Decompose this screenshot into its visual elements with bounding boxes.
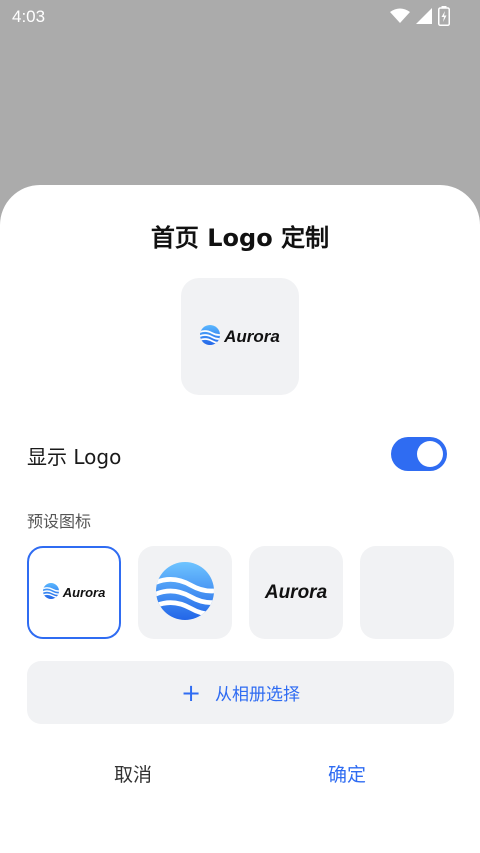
aurora-logo-icon [200, 324, 221, 349]
preset-1-text: Aurora [62, 585, 106, 600]
preview-brand-text: Aurora [224, 326, 280, 346]
preset-3-text: Aurora [264, 581, 328, 603]
preset-aurora-mark[interactable] [138, 546, 232, 639]
dialog-title: 首页 Logo 定制 [150, 224, 330, 252]
aurora-logo-icon [42, 582, 59, 603]
battery-charging-icon [438, 6, 450, 26]
show-logo-toggle[interactable] [391, 437, 447, 471]
status-time: 4:03 [12, 7, 46, 26]
show-logo-label: 显示 Logo [27, 445, 122, 469]
logo-customize-dialog: 首页 Logo 定制 Aurora 显示 Logo 预设图标 Aurora Au… [0, 185, 480, 853]
preview-brand: Aurora [200, 324, 280, 349]
status-icons [390, 6, 450, 26]
plus-icon: + [180, 678, 202, 707]
preset-empty[interactable] [360, 546, 454, 639]
logo-preview: Aurora [181, 278, 299, 395]
choose-from-album-button[interactable]: + 从相册选择 [27, 661, 454, 724]
show-logo-row: 显示 Logo [27, 435, 447, 475]
signal-icon [416, 8, 432, 24]
status-bar: 4:03 [0, 0, 480, 34]
preset-icons: Aurora Aurora [27, 546, 454, 639]
preset-aurora-wordmark[interactable]: Aurora [249, 546, 343, 639]
preset-1-brand: Aurora [42, 582, 106, 603]
preset-aurora-wordmark-logo[interactable]: Aurora [27, 546, 121, 639]
confirm-button[interactable]: 确定 [287, 760, 407, 796]
cancel-button[interactable]: 取消 [73, 760, 193, 796]
album-button-label: 从相册选择 [215, 685, 301, 705]
toggle-knob [417, 441, 443, 467]
presets-label: 预设图标 [27, 512, 92, 531]
aurora-logo-icon [156, 561, 214, 624]
wifi-icon [390, 8, 410, 24]
